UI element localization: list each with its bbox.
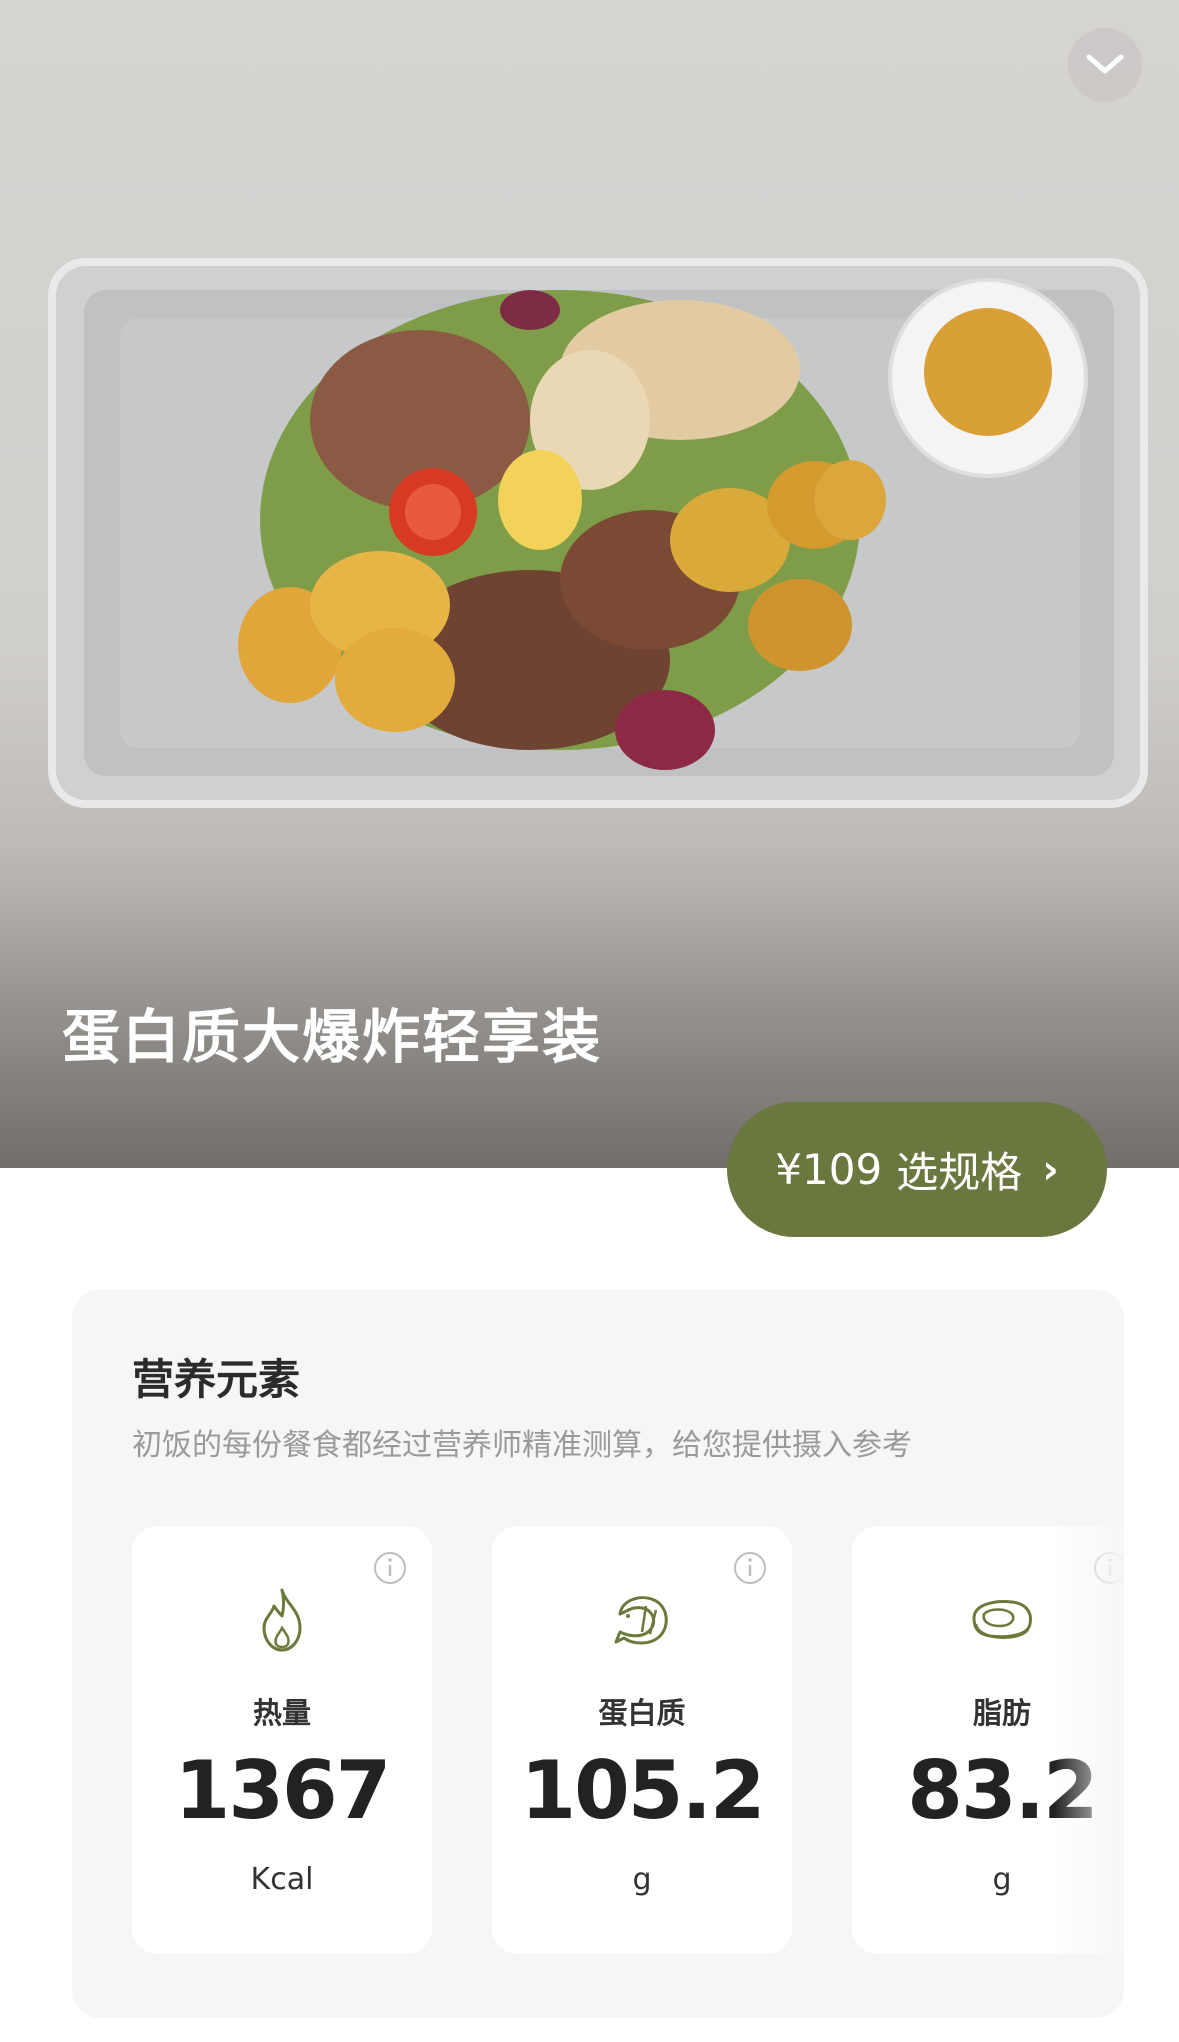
info-icon[interactable]: [372, 1550, 408, 1586]
nutrition-unit: g: [632, 1862, 652, 1897]
nutrition-card-protein[interactable]: 蛋白质 105.2 g: [492, 1526, 792, 1954]
flame-icon: [262, 1588, 302, 1652]
collapse-button[interactable]: [1068, 28, 1142, 102]
nutrition-subtitle: 初饭的每份餐食都经过营养师精准测算，给您提供摄入参考: [132, 1428, 912, 1463]
scroll-fade: [1054, 1510, 1124, 1970]
select-spec-button[interactable]: ¥109 选规格 ›: [727, 1102, 1107, 1237]
price-label: ¥109: [775, 1145, 883, 1194]
nutrition-value: 105.2: [520, 1744, 765, 1837]
info-icon[interactable]: [732, 1550, 768, 1586]
nutrition-label: 蛋白质: [598, 1696, 686, 1730]
nutrition-unit: Kcal: [250, 1862, 314, 1897]
nutrition-value: 1367: [174, 1744, 392, 1837]
nutrition-panel: 营养元素 初饭的每份餐食都经过营养师精准测算，给您提供摄入参考 热量 1367 …: [72, 1290, 1124, 2018]
nutrition-title: 营养元素: [132, 1355, 301, 1404]
nutrition-label: 热量: [252, 1696, 311, 1730]
product-title: 蛋白质大爆炸轻享装: [62, 1003, 603, 1071]
meat-icon: [972, 1600, 1032, 1639]
chevron-right-icon: ›: [1042, 1146, 1059, 1193]
select-spec-label: 选规格: [896, 1148, 1023, 1197]
nutrition-card-calories[interactable]: 热量 1367 Kcal: [132, 1526, 432, 1954]
shrimp-icon: [614, 1596, 668, 1645]
chevron-down-icon: [1086, 54, 1124, 74]
